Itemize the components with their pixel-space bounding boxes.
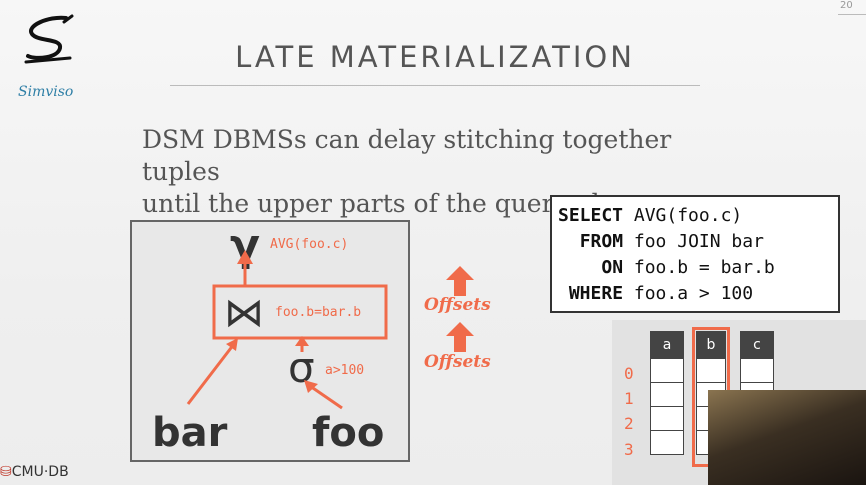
column-cell — [650, 431, 684, 455]
offsets-label-lower: Offsets — [424, 352, 491, 372]
column-header-c: c — [740, 331, 774, 359]
column-cell — [740, 359, 774, 383]
row-index: 1 — [624, 389, 634, 408]
sql-line-on: ON foo.b = bar.b — [601, 257, 775, 278]
column-cell — [650, 359, 684, 383]
presenter-video-overlay[interactable] — [708, 390, 866, 485]
sql-line-where: WHERE foo.a > 100 — [568, 283, 754, 304]
join-label: foo.b=bar.b — [275, 305, 361, 320]
slide-title: LATE MATERIALIZATION — [235, 40, 635, 74]
offsets-arrow-up-icon — [446, 266, 474, 296]
column-cell — [650, 383, 684, 407]
row-index: 0 — [624, 364, 634, 383]
gamma-label: AVG(foo.c) — [270, 237, 348, 252]
row-index: 2 — [624, 414, 634, 433]
column-header-a: a — [650, 331, 684, 359]
title-rule — [170, 85, 700, 86]
database-icon: ⛁ — [0, 464, 12, 480]
join-operator: ⋈ — [224, 290, 264, 336]
body-line-1: DSM DBMSs can delay stitching together t… — [142, 125, 672, 186]
sigma-label: a>100 — [325, 363, 364, 378]
logo-s-icon — [24, 14, 74, 64]
slide-number-rule — [838, 14, 866, 15]
row-index: 3 — [624, 440, 634, 459]
sql-query-box: SELECT AVG(foo.c) FROM foo JOIN bar ON f… — [550, 195, 840, 313]
slide-number: 20 — [840, 0, 853, 11]
sql-line-select: SELECT AVG(foo.c) — [558, 205, 743, 226]
table-bar-label: bar — [152, 410, 228, 456]
simviso-logo — [18, 12, 78, 72]
cmu-db-footer: ⛁CMU·DB — [0, 464, 69, 480]
logo-text: Simviso — [18, 84, 74, 100]
column-header-b: b — [696, 331, 726, 359]
arrow-foo-to-sigma — [309, 384, 343, 410]
arrow-bar-to-join — [186, 343, 236, 405]
query-plan-diagram: γ AVG(foo.c) ⋈ foo.b=bar.b σ a>100 bar f… — [152, 220, 388, 456]
table-foo-label: foo — [312, 410, 384, 456]
column-cell — [696, 359, 726, 383]
column-cell — [650, 407, 684, 431]
offsets-arrow-up-icon — [446, 322, 474, 352]
offsets-label-upper: Offsets — [424, 295, 491, 315]
column-a: a — [650, 331, 684, 455]
sql-line-from: FROM foo JOIN bar — [579, 231, 764, 252]
